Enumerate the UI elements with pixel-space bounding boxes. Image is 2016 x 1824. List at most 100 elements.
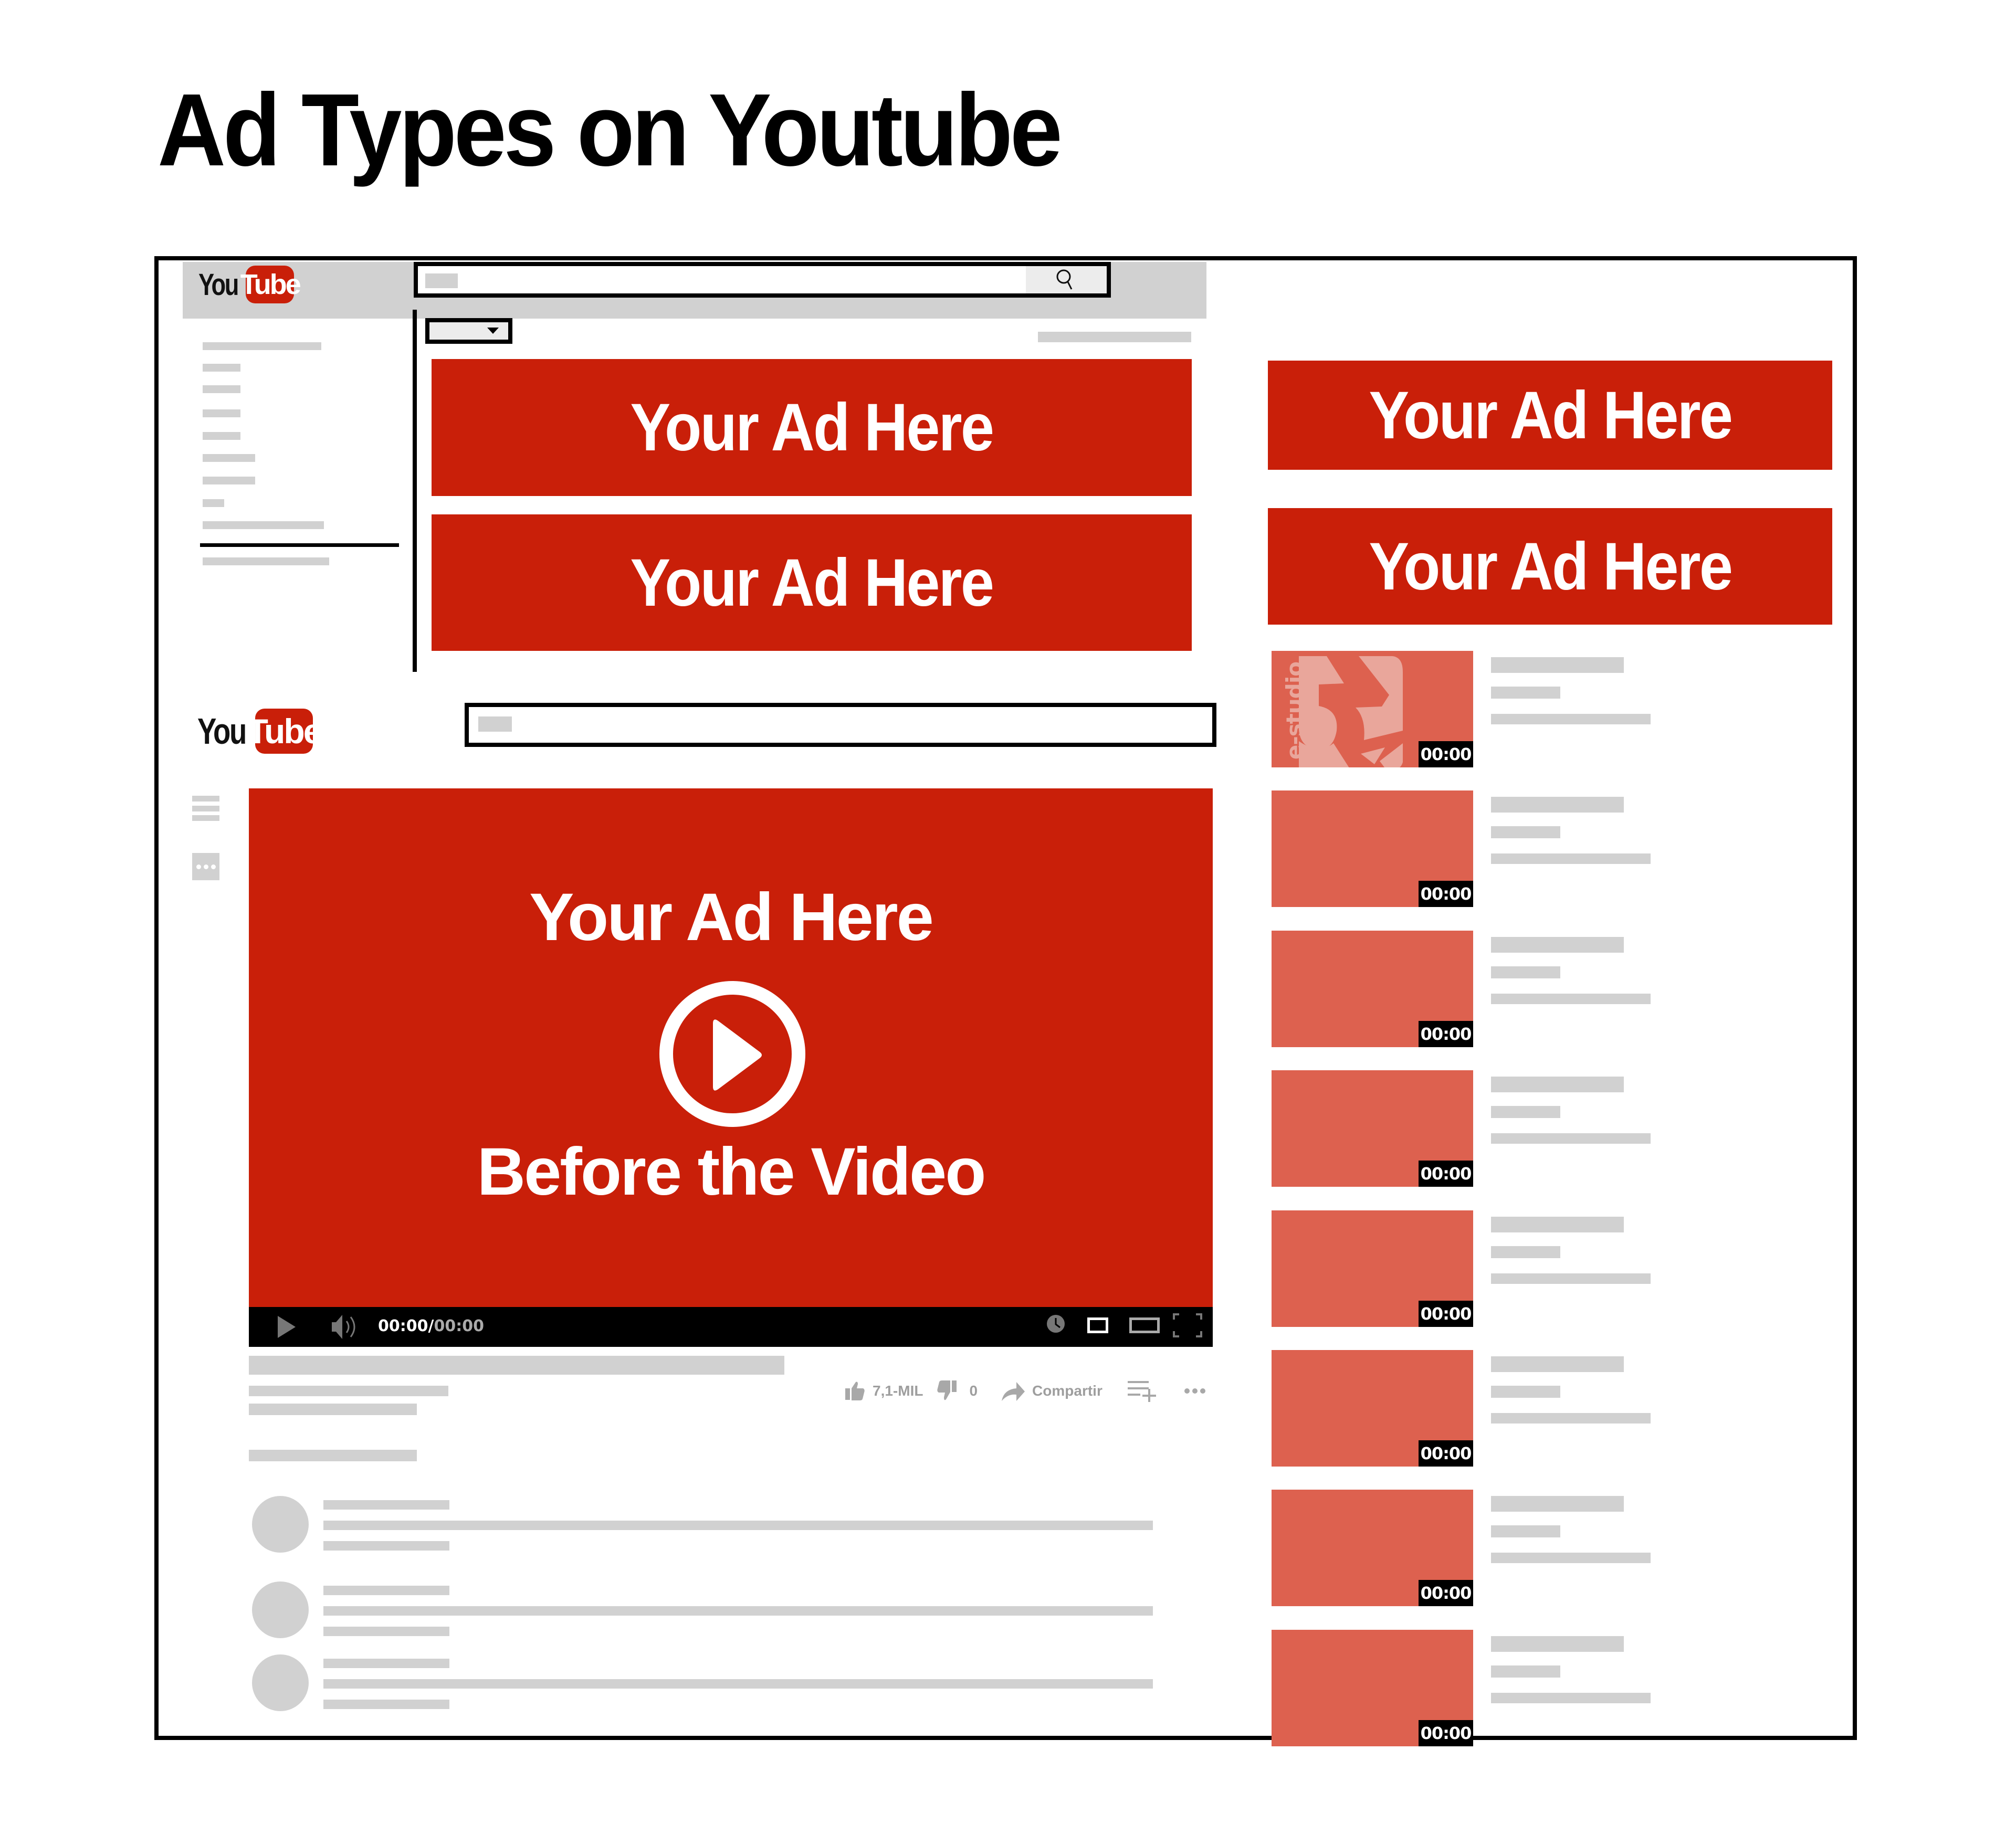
related-video-item[interactable]: 00:00 xyxy=(1272,1490,1660,1606)
video-thumbnail[interactable]: 00:00 xyxy=(1272,1630,1473,1746)
video-duration: 00:00 xyxy=(1419,1301,1473,1327)
video-thumbnail[interactable]: 00:00 xyxy=(1272,790,1473,907)
clock-icon[interactable] xyxy=(1047,1315,1065,1333)
related-video-item[interactable]: 00:00 xyxy=(1272,1070,1660,1187)
play-circle-icon[interactable] xyxy=(659,980,806,1127)
channel-name-placeholder[interactable] xyxy=(249,1386,448,1396)
video-thumbnail[interactable]: e-studio 00:00 xyxy=(1272,651,1473,767)
top-youtube-logo[interactable]: You Tube xyxy=(198,266,301,303)
sidebar-item[interactable] xyxy=(203,364,240,372)
related-title-placeholder xyxy=(1491,937,1624,953)
sidebar-item[interactable] xyxy=(203,454,255,462)
watch-search-input[interactable] xyxy=(465,703,1216,747)
comment xyxy=(252,1654,1155,1712)
commenter-avatar[interactable] xyxy=(252,1581,309,1638)
menu-icon[interactable] xyxy=(192,796,219,821)
dot xyxy=(203,864,208,869)
dot xyxy=(211,864,216,869)
video-duration: 00:00 xyxy=(1419,1580,1473,1606)
comment-text-placeholder xyxy=(323,1679,1153,1689)
related-video-item[interactable]: 00:00 xyxy=(1272,931,1660,1047)
related-title-placeholder xyxy=(1491,1217,1624,1232)
related-title-placeholder xyxy=(1491,1077,1624,1092)
search-placeholder-bar xyxy=(478,716,512,732)
related-video-item[interactable]: 00:00 xyxy=(1272,790,1660,907)
related-channel-placeholder xyxy=(1491,1525,1560,1537)
top-search-input[interactable] xyxy=(414,262,1111,298)
related-channel-placeholder xyxy=(1491,966,1560,978)
sort-dropdown[interactable] xyxy=(425,318,512,344)
thumbs-down-icon[interactable] xyxy=(937,1380,957,1401)
add-to-playlist-icon[interactable] xyxy=(1127,1380,1157,1402)
sidebar-item[interactable] xyxy=(203,385,240,393)
comment-text-placeholder xyxy=(323,1521,1153,1530)
play-icon[interactable] xyxy=(278,1316,296,1338)
related-title-placeholder xyxy=(1491,797,1624,813)
volume-icon[interactable] xyxy=(332,1315,361,1339)
more-options-icon[interactable] xyxy=(192,853,219,880)
video-duration: 00:00 xyxy=(1419,741,1473,767)
related-title-placeholder xyxy=(1491,657,1624,673)
theater-mode-icon[interactable] xyxy=(1129,1317,1160,1333)
video-player[interactable]: Your Ad Here Before the Video 00:00/00:0… xyxy=(249,788,1213,1347)
comment-meta-placeholder xyxy=(323,1627,449,1636)
video-duration: 00:00 xyxy=(1419,1161,1473,1187)
search-button[interactable] xyxy=(1026,266,1107,293)
sidebar-display-ad-1[interactable]: Your Ad Here xyxy=(1268,361,1832,470)
video-duration: 00:00 xyxy=(1419,881,1473,907)
related-meta-placeholder xyxy=(1491,1133,1651,1144)
sidebar-item[interactable] xyxy=(203,432,240,440)
related-channel-placeholder xyxy=(1491,1386,1560,1398)
menu-icon-bar xyxy=(192,796,219,802)
comment xyxy=(252,1581,1155,1639)
related-video-item[interactable]: e-studio 00:00 xyxy=(1272,651,1660,767)
video-thumbnail[interactable]: 00:00 xyxy=(1272,1490,1473,1606)
commenter-avatar[interactable] xyxy=(252,1496,309,1553)
search-ad-banner-1[interactable]: Your Ad Here xyxy=(432,359,1192,496)
total-time: 00:00 xyxy=(434,1317,484,1335)
watch-youtube-logo[interactable]: You Tube xyxy=(197,709,322,754)
more-icon[interactable] xyxy=(1184,1388,1205,1394)
related-meta-placeholder xyxy=(1491,994,1651,1004)
commenter-avatar[interactable] xyxy=(252,1654,309,1711)
related-video-item[interactable]: 00:00 xyxy=(1272,1630,1660,1746)
related-meta-placeholder xyxy=(1491,1693,1651,1703)
comment-meta-placeholder xyxy=(323,1700,449,1709)
time-separator: / xyxy=(428,1317,434,1335)
ad-label: Your Ad Here xyxy=(1369,377,1733,453)
video-thumbnail[interactable]: 00:00 xyxy=(1272,1070,1473,1187)
sidebar-item[interactable] xyxy=(203,557,329,565)
fullscreen-icon[interactable] xyxy=(1173,1313,1202,1337)
sidebar-display-ad-2[interactable]: Your Ad Here xyxy=(1268,508,1832,625)
video-thumbnail[interactable]: 00:00 xyxy=(1272,1350,1473,1467)
share-icon[interactable] xyxy=(1002,1381,1025,1401)
thumbs-up-icon[interactable] xyxy=(845,1381,865,1401)
sidebar-item[interactable] xyxy=(203,342,321,350)
video-thumbnail[interactable]: 00:00 xyxy=(1272,1210,1473,1327)
ad-label: Your Ad Here xyxy=(1369,529,1733,604)
logo-tube: Tube xyxy=(240,266,301,303)
video-duration: 00:00 xyxy=(1419,1440,1473,1467)
search-icon xyxy=(1056,269,1073,290)
current-time: 00:00 xyxy=(378,1317,428,1335)
related-video-item[interactable]: 00:00 xyxy=(1272,1350,1660,1467)
sidebar-item[interactable] xyxy=(203,521,324,529)
related-channel-placeholder xyxy=(1491,1665,1560,1678)
caret-down-icon xyxy=(487,328,499,334)
results-count-bar xyxy=(1038,332,1191,342)
share-button[interactable]: Compartir xyxy=(1032,1383,1102,1399)
sidebar-item[interactable] xyxy=(203,477,255,484)
menu-icon-bar xyxy=(192,806,219,811)
pre-roll-ad[interactable]: Your Ad Here Before the Video xyxy=(249,788,1213,1307)
related-channel-placeholder xyxy=(1491,687,1560,699)
sidebar-item[interactable] xyxy=(203,499,224,507)
video-thumbnail[interactable]: 00:00 xyxy=(1272,931,1473,1047)
video-duration: 00:00 xyxy=(1419,1021,1473,1047)
sidebar-item[interactable] xyxy=(203,409,240,417)
search-ad-banner-2[interactable]: Your Ad Here xyxy=(432,514,1192,651)
related-title-placeholder xyxy=(1491,1356,1624,1372)
related-title-placeholder xyxy=(1491,1496,1624,1512)
related-video-item[interactable]: 00:00 xyxy=(1272,1210,1660,1327)
comment-author-placeholder xyxy=(323,1586,449,1595)
miniplayer-icon[interactable] xyxy=(1087,1317,1108,1333)
